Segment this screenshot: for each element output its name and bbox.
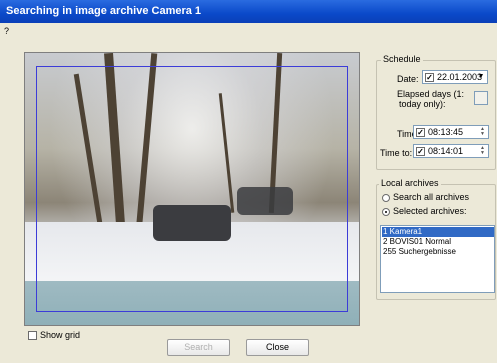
date-enable-checkbox[interactable]: ✓ bbox=[425, 73, 434, 82]
time-to-value: 08:14:01 bbox=[428, 146, 464, 156]
time-enable-checkbox[interactable]: ✓ bbox=[416, 128, 425, 137]
help-mark[interactable]: ? bbox=[4, 26, 9, 36]
search-all-radio[interactable] bbox=[382, 194, 390, 202]
time-from-input[interactable]: ✓ 08:13:45 ▲ ▼ bbox=[413, 125, 489, 139]
time-spinner[interactable]: ▲ ▼ bbox=[478, 127, 487, 137]
archives-listbox[interactable]: 1 Kamera1 2 BOVIS01 Normal 255 Suchergeb… bbox=[380, 225, 495, 293]
list-item[interactable]: 2 BOVIS01 Normal bbox=[382, 237, 494, 247]
show-grid-label: Show grid bbox=[40, 330, 81, 340]
selected-archives-radio[interactable] bbox=[382, 208, 390, 216]
camera-preview-image bbox=[24, 52, 360, 326]
date-label: Date: bbox=[397, 74, 419, 84]
elapsed-days-input[interactable] bbox=[474, 91, 488, 105]
time-to-enable-checkbox[interactable]: ✓ bbox=[416, 147, 425, 156]
local-archives-label: Local archives bbox=[379, 178, 441, 188]
list-item[interactable]: 1 Kamera1 bbox=[382, 227, 494, 237]
list-item[interactable]: 255 Suchergebnisse bbox=[382, 247, 494, 257]
elapsed-days-label-line2: today only): bbox=[399, 99, 446, 109]
elapsed-days-label-line1: Elapsed days (1: bbox=[397, 89, 465, 99]
title-bar: Searching in image archive Camera 1 bbox=[0, 0, 497, 23]
time-to-spinner[interactable]: ▲ ▼ bbox=[478, 146, 487, 156]
grid-overlay-rectangle[interactable] bbox=[36, 66, 348, 312]
selected-archives-label: Selected archives: bbox=[393, 206, 467, 216]
schedule-group-label: Schedule bbox=[381, 54, 423, 64]
search-all-label: Search all archives bbox=[393, 192, 470, 202]
close-button[interactable]: Close bbox=[246, 339, 309, 356]
search-button[interactable]: Search bbox=[167, 339, 230, 356]
date-picker[interactable]: ✓ 22.01.2003 ▼ bbox=[422, 70, 488, 84]
time-value: 08:13:45 bbox=[428, 127, 464, 137]
show-grid-checkbox[interactable] bbox=[28, 331, 37, 340]
chevron-down-icon[interactable]: ▼ bbox=[476, 72, 486, 82]
time-to-label: Time to: bbox=[380, 148, 413, 158]
window-title: Searching in image archive Camera 1 bbox=[6, 5, 202, 17]
time-to-input[interactable]: ✓ 08:14:01 ▲ ▼ bbox=[413, 144, 489, 158]
